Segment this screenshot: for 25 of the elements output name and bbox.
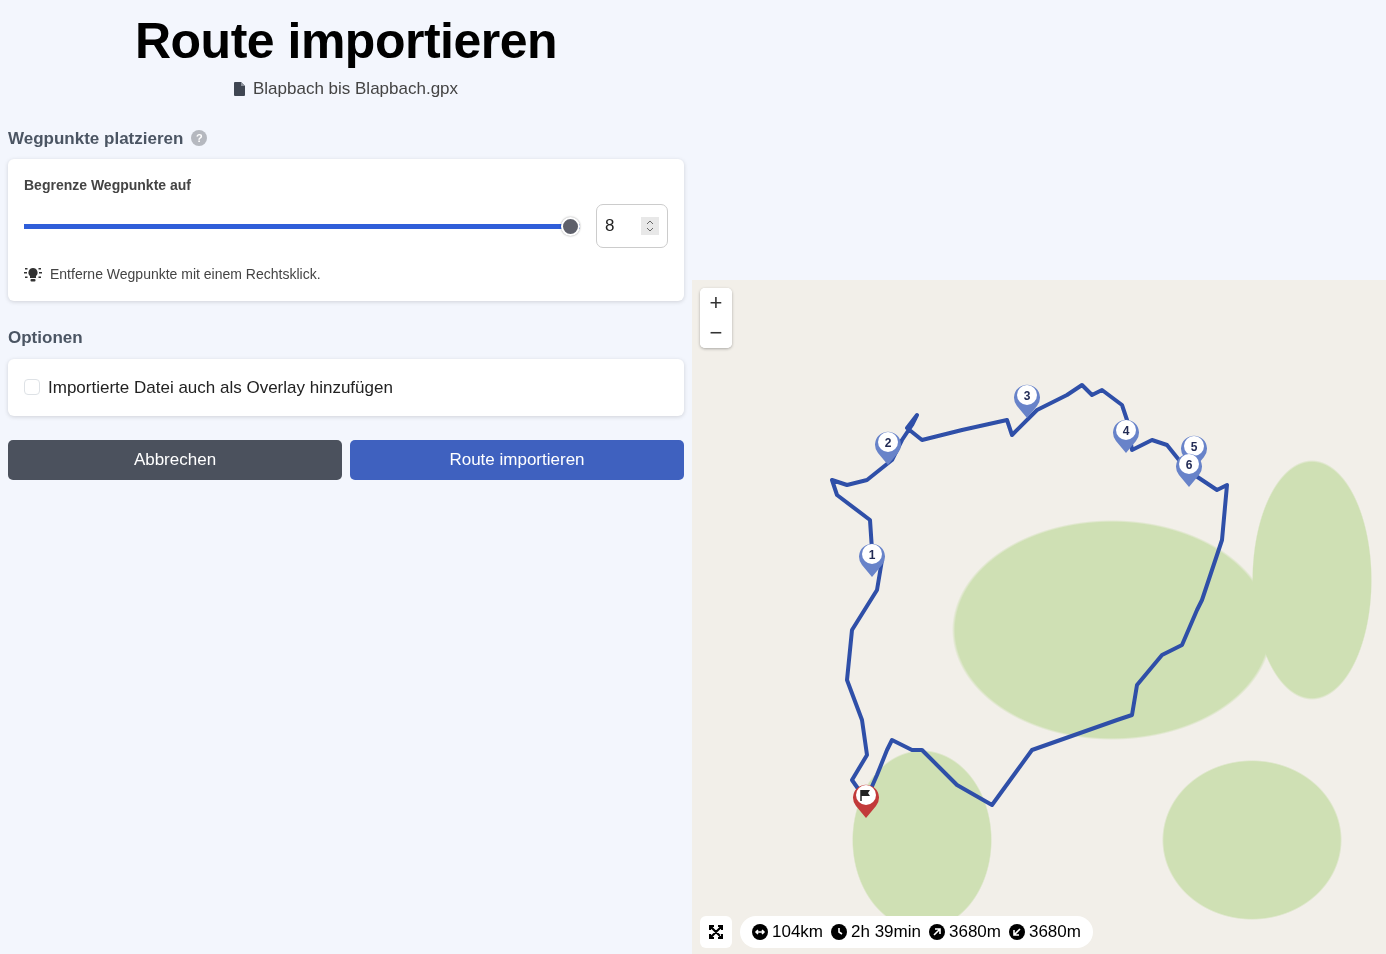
stat-value: 3680m — [1028, 921, 1081, 944]
limit-label: Begrenze Wegpunkte auf — [24, 176, 192, 195]
hint-text: Entferne Wegpunkte mit einem Rechtsklick. — [50, 265, 321, 284]
number-field[interactable]: 8 — [596, 204, 668, 248]
slider-thumb[interactable] — [561, 216, 580, 236]
section-heading: Optionen — [8, 327, 84, 349]
stat-value: 2h 39min — [851, 921, 921, 944]
option-label[interactable]: Importierte Datei auch als Overlay hinzufügen — [48, 374, 393, 400]
file-name: Blapbach bis Blapbach.gpx — [252, 78, 459, 100]
fullscreen-button[interactable] — [700, 916, 732, 948]
zoom-in-button[interactable]: + — [700, 288, 732, 318]
page-title: Route importieren — [134, 16, 558, 66]
cancel-button[interactable]: Abbrechen — [8, 440, 342, 480]
import-button[interactable]: Route importieren — [350, 440, 684, 480]
stat-value: 3680m — [948, 921, 1001, 944]
clock-icon — [831, 924, 848, 940]
lightbulb-icon — [24, 267, 42, 282]
expand-arrows-icon — [709, 925, 723, 939]
zoom-out-button[interactable]: − — [700, 318, 732, 348]
section-heading: Wegpunkte platzieren — [8, 127, 184, 150]
distance-icon — [752, 924, 768, 940]
checkbox[interactable] — [24, 379, 40, 396]
stat-value: 104km — [772, 921, 824, 944]
file-icon — [233, 81, 245, 96]
map-placeholder[interactable]: + − 1 2 3 4 5 6 104km 2h 39min 3680m 3680m — [692, 280, 1386, 954]
